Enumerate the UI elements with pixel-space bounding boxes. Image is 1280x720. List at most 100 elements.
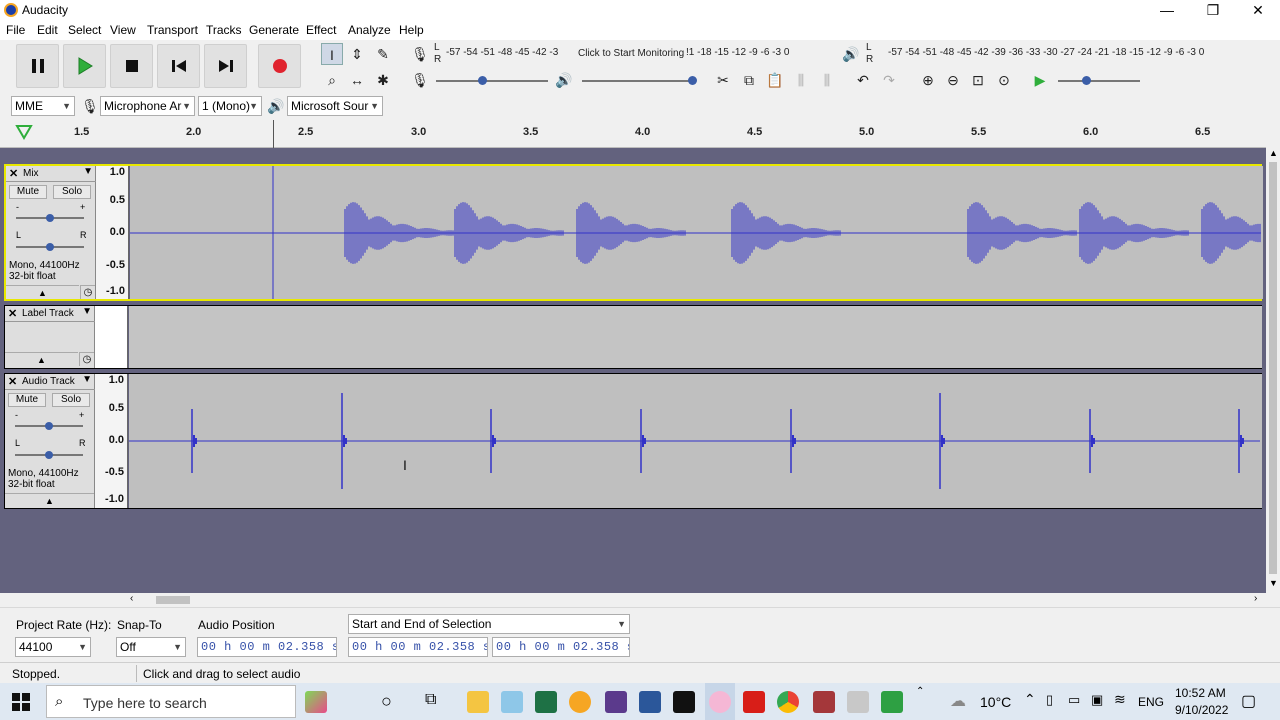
menu-tracks[interactable]: Tracks	[206, 23, 242, 37]
scroll-thumb[interactable]	[156, 596, 190, 604]
close-track-icon[interactable]: ✕	[8, 375, 17, 388]
menu-file[interactable]: File	[6, 23, 25, 37]
collapse-track-icon[interactable]: ▲	[5, 493, 94, 507]
sync-lock-icon[interactable]: ◷	[79, 352, 94, 366]
record-volume-slider[interactable]	[436, 76, 548, 85]
chrome-icon[interactable]	[777, 691, 799, 713]
zoom-in-icon[interactable]: ⊕	[917, 69, 939, 91]
project-rate-select[interactable]: 44100 ▼	[15, 637, 91, 657]
gain-knob[interactable]	[45, 422, 53, 430]
playback-device-select[interactable]: Microsoft Sour ▼	[287, 96, 383, 116]
timeline-ruler[interactable]: 1.5 2.0 2.5 3.0 3.5 4.0 4.5 5.0 5.5 6.0 …	[0, 120, 1266, 148]
solo-button[interactable]: Solo	[52, 393, 90, 407]
taskbar-search-box[interactable]: ⌕ Type here to search	[46, 685, 296, 718]
playback-volume-slider[interactable]	[582, 76, 697, 85]
play-button[interactable]	[63, 44, 106, 88]
terminal-icon[interactable]	[673, 691, 695, 713]
media-app-icon[interactable]	[605, 691, 627, 713]
redo-icon[interactable]: ↷	[878, 69, 900, 91]
cut-icon[interactable]: ✂	[712, 69, 734, 91]
restore-button[interactable]: ❐	[1190, 0, 1236, 20]
menu-select[interactable]: Select	[68, 23, 101, 37]
itunes-icon[interactable]	[709, 691, 731, 713]
vertical-scrollbar[interactable]: ▲ ▼	[1266, 148, 1280, 593]
display-icon[interactable]: ▣	[1091, 692, 1103, 708]
selection-end-field[interactable]: 00 h 00 m 02.358 s	[492, 637, 630, 657]
playback-volume-knob[interactable]	[688, 76, 697, 85]
fit-project-icon[interactable]: ⊙	[993, 69, 1015, 91]
stop-button[interactable]	[110, 44, 153, 88]
weather-cloud-icon[interactable]: ☁	[950, 691, 966, 711]
zoom-tool-icon[interactable]: ⌕	[321, 69, 343, 91]
waveform-display[interactable]	[130, 166, 1263, 299]
envelope-tool-icon[interactable]: ⇕	[346, 43, 368, 65]
menu-view[interactable]: View	[110, 23, 136, 37]
play-at-speed-icon[interactable]: ▶	[1029, 69, 1051, 91]
solo-button[interactable]: Solo	[53, 185, 91, 199]
waveform-display[interactable]	[129, 374, 1262, 508]
cortana-icon[interactable]: ○	[381, 691, 392, 712]
clock-date[interactable]: 9/10/2022	[1175, 703, 1228, 717]
scroll-thumb[interactable]	[1269, 162, 1277, 574]
close-track-icon[interactable]: ✕	[9, 167, 18, 180]
record-meter-prompt[interactable]: Click to Start Monitoring	[578, 48, 684, 59]
menu-analyze[interactable]: Analyze	[348, 23, 391, 37]
menu-effect[interactable]: Effect	[306, 23, 336, 37]
collapse-track-icon[interactable]: ▲	[5, 352, 78, 366]
scroll-left-icon[interactable]: ‹	[130, 593, 133, 604]
paste-icon[interactable]: 📋	[764, 69, 786, 91]
system-tray-icon[interactable]: ▯	[1046, 692, 1053, 708]
label-area[interactable]	[129, 306, 1262, 368]
clock-time[interactable]: 10:52 AM	[1175, 686, 1226, 700]
track-area[interactable]: ✕ Mix ▼ Mute Solo - + L R Mono, 44100Hz …	[0, 148, 1266, 593]
wifi-icon[interactable]: ≋	[1114, 691, 1126, 708]
battery-icon[interactable]: ▭	[1068, 692, 1080, 708]
track-name-menu[interactable]: Label Track	[22, 308, 74, 319]
selection-tool-icon[interactable]: I	[321, 43, 343, 65]
pinned-play-head-icon[interactable]	[15, 124, 33, 140]
play-meter-scale[interactable]: -57 -54 -51 -48 -45 -42 -39 -36 -33 -30 …	[888, 47, 1244, 58]
record-volume-knob[interactable]	[478, 76, 487, 85]
search-highlight-icon[interactable]	[305, 691, 327, 713]
access-icon[interactable]	[813, 691, 835, 713]
mute-button[interactable]: Mute	[8, 393, 46, 407]
pan-slider[interactable]	[16, 243, 84, 251]
show-hidden-icons-icon[interactable]: ⌃	[1024, 691, 1036, 708]
track-menu-arrow-icon[interactable]: ▼	[82, 374, 92, 385]
gain-knob[interactable]	[46, 214, 54, 222]
menu-transport[interactable]: Transport	[147, 23, 198, 37]
menu-help[interactable]: Help	[399, 23, 424, 37]
recording-channels-select[interactable]: 1 (Mono) ▼	[198, 96, 262, 116]
draw-tool-icon[interactable]: ✎	[372, 43, 394, 65]
green-app-icon[interactable]	[881, 691, 903, 713]
task-view-icon[interactable]: ⧉	[425, 691, 436, 709]
menu-generate[interactable]: Generate	[249, 23, 299, 37]
microphone-icon[interactable]: 🎙	[409, 43, 431, 65]
chevron-up-icon[interactable]: ⌃	[916, 686, 924, 697]
track-menu-arrow-icon[interactable]: ▼	[83, 166, 93, 177]
audio-position-field[interactable]: 00 h 00 m 02.358 s	[197, 637, 337, 657]
label-track[interactable]: ✕ Label Track ▼ ▲ ◷	[4, 305, 1262, 369]
pan-knob[interactable]	[45, 451, 53, 459]
skip-to-end-button[interactable]	[204, 44, 247, 88]
input-language[interactable]: ENG	[1138, 695, 1164, 709]
recording-device-select[interactable]: Microphone Ar ▼	[100, 96, 195, 116]
temperature-label[interactable]: 10°C	[980, 694, 1011, 710]
tool-app-icon[interactable]	[847, 691, 869, 713]
audio-track[interactable]: ✕ Audio Track ▼ Mute Solo - + L R Mono, …	[4, 373, 1262, 509]
record-button[interactable]	[258, 44, 301, 88]
play-speed-knob[interactable]	[1082, 76, 1091, 85]
excel-icon[interactable]	[535, 691, 557, 713]
snap-to-select[interactable]: Off ▼	[116, 637, 186, 657]
trim-icon[interactable]: ⫼	[790, 69, 812, 91]
windows-start-icon[interactable]	[12, 693, 30, 711]
scroll-right-icon[interactable]: ›	[1254, 593, 1257, 604]
pan-slider[interactable]	[15, 451, 83, 459]
selection-start-field[interactable]: 00 h 00 m 02.358 s	[348, 637, 488, 657]
fit-selection-icon[interactable]: ⊡	[967, 69, 989, 91]
app-icon[interactable]	[501, 691, 523, 713]
zoom-out-icon[interactable]: ⊖	[942, 69, 964, 91]
gain-slider[interactable]	[15, 422, 83, 430]
sync-lock-icon[interactable]: ◷	[80, 285, 95, 299]
scroll-down-icon[interactable]: ▼	[1269, 578, 1278, 588]
